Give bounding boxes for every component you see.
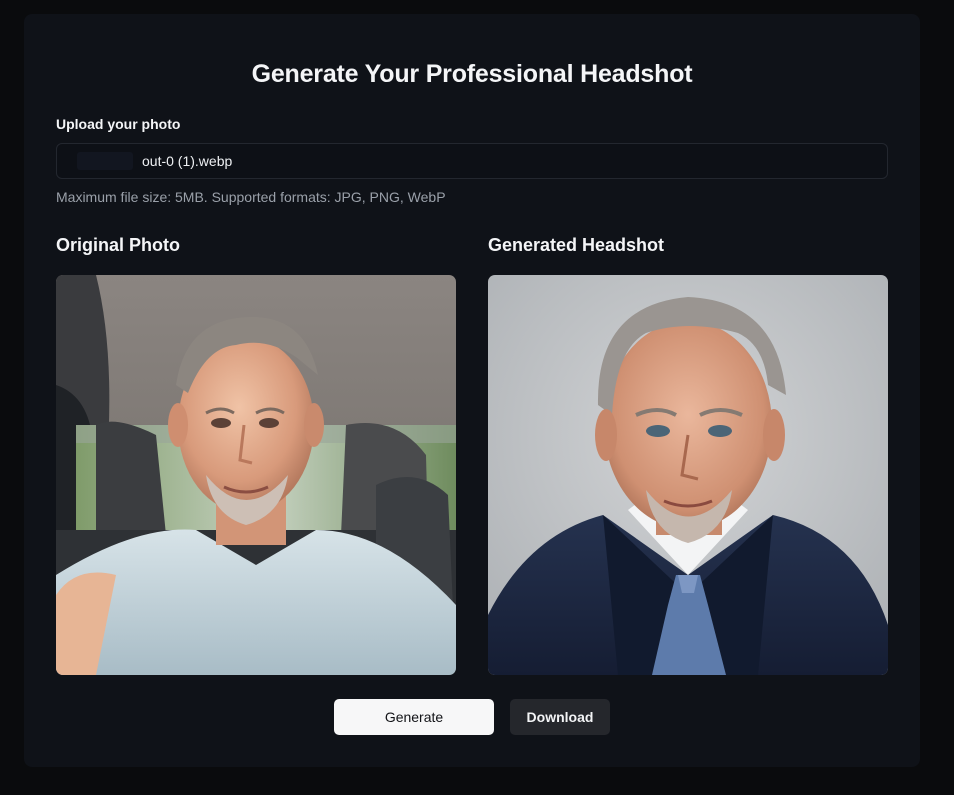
- download-button[interactable]: Download: [510, 699, 610, 735]
- file-upload-input[interactable]: out-0 (1).webp: [56, 143, 888, 179]
- headshot-generator-card: Generate Your Professional Headshot Uplo…: [24, 14, 920, 767]
- choose-file-button[interactable]: [77, 152, 133, 170]
- original-photo-image: [56, 275, 456, 675]
- upload-hint: Maximum file size: 5MB. Supported format…: [56, 189, 446, 205]
- generated-headshot-image: [488, 275, 888, 675]
- selected-file-name: out-0 (1).webp: [142, 153, 233, 169]
- page-title: Generate Your Professional Headshot: [251, 60, 693, 88]
- generated-headshot: [488, 275, 888, 675]
- original-photo-title: Original Photo: [56, 235, 180, 255]
- original-photo: [56, 275, 456, 675]
- upload-label: Upload your photo: [56, 116, 181, 132]
- generated-headshot-title: Generated Headshot: [488, 235, 665, 255]
- generate-button[interactable]: Generate: [334, 699, 494, 735]
